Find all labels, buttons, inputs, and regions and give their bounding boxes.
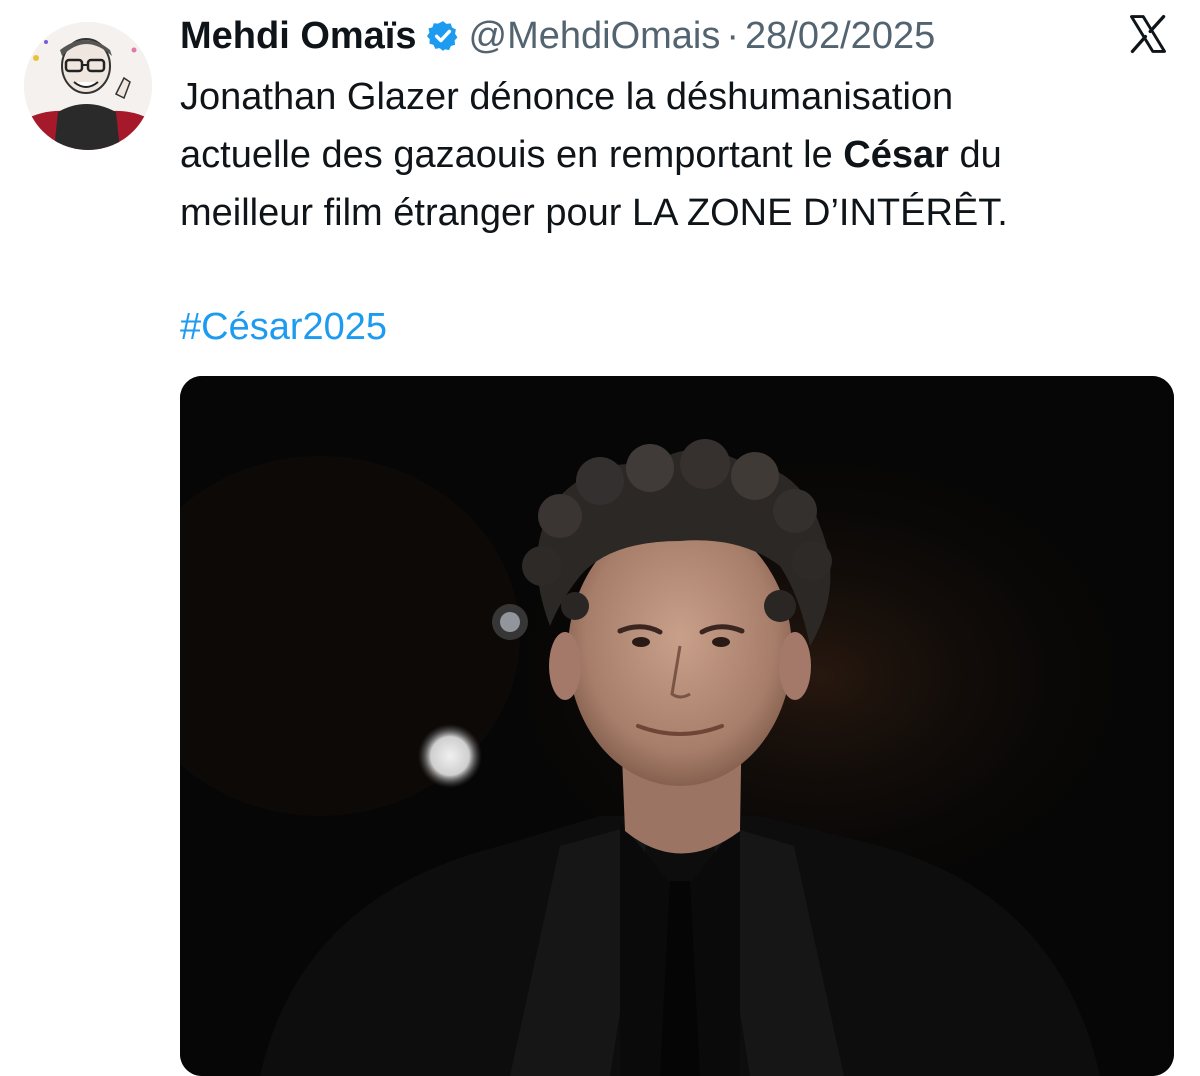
tweet-header: Mehdi Omaïs @MehdiOmais · 28/02/2025 — [180, 8, 1160, 64]
tweet-text-line-1: Jonathan Glazer dénonce la déshumanisati… — [180, 76, 954, 118]
tweet-text-bold-cesar: César — [843, 134, 949, 176]
tweet-date[interactable]: 28/02/2025 — [745, 11, 935, 61]
author-avatar[interactable] — [24, 22, 152, 150]
photo-portrait-illustration — [180, 376, 1174, 1076]
tweet-text-line-2: actuelle des gazaouis en remportant le C… — [180, 126, 1170, 184]
verified-badge-icon — [426, 21, 457, 51]
tweet-text-line-2-start: actuelle des gazaouis en remportant le — [180, 134, 844, 176]
x-logo-icon — [1130, 14, 1166, 54]
avatar-illustration — [24, 22, 152, 150]
tweet-text-line-2-end: du — [948, 134, 1002, 176]
author-handle[interactable]: @MehdiOmais — [469, 11, 721, 61]
tweet-text-line-3: meilleur film étranger pour LA ZONE D’IN… — [180, 192, 1008, 234]
header-separator: · — [726, 15, 740, 57]
hashtag-link[interactable]: #César2025 — [180, 298, 387, 356]
tweet-text: Jonathan Glazer dénonce la déshumanisati… — [180, 68, 1170, 242]
tweet-media-photo[interactable] — [180, 376, 1174, 1076]
author-name[interactable]: Mehdi Omaïs — [180, 11, 417, 61]
